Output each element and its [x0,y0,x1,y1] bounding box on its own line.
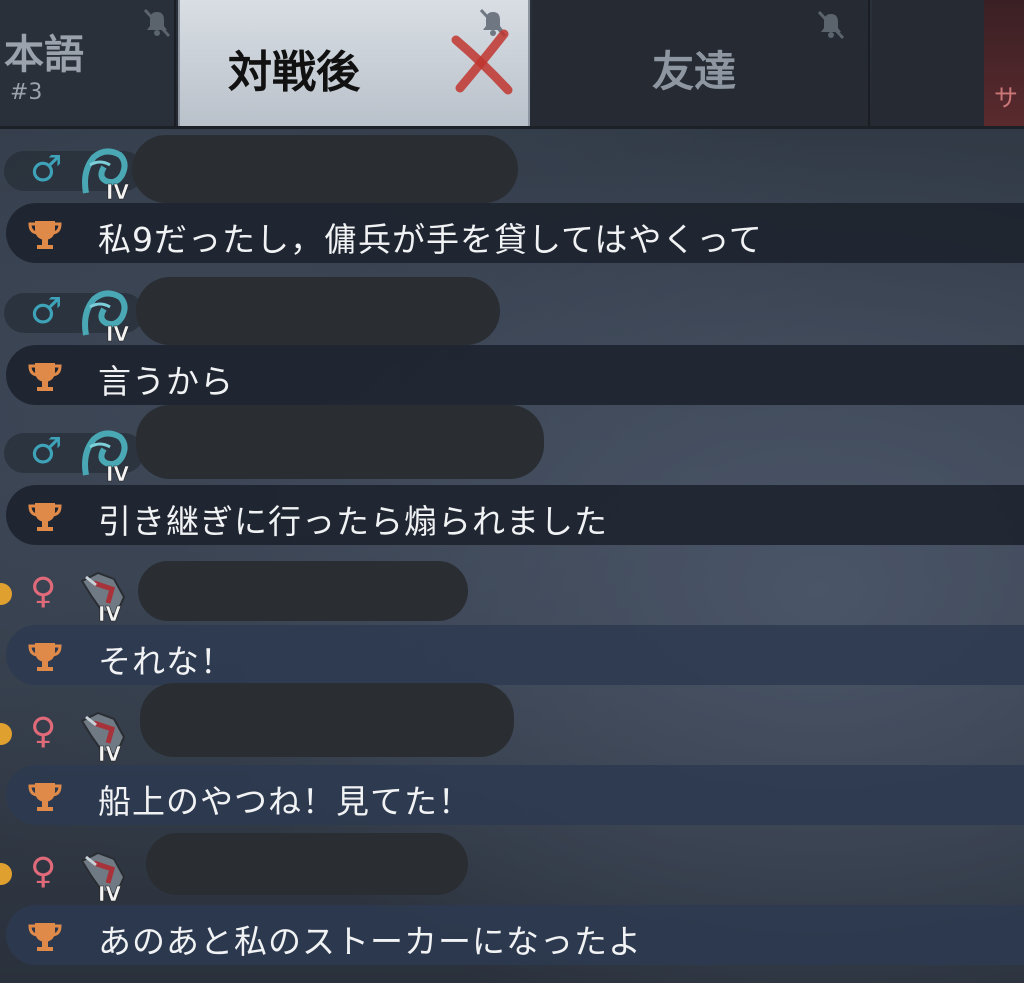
female-gender-icon: ♀ [30,851,57,892]
survivor-avatar-icon[interactable]: IV [76,145,132,201]
redacted-username [136,405,544,479]
close-icon[interactable] [442,22,522,102]
svg-text:IV: IV [106,322,129,343]
mute-icon [817,10,845,40]
tab-other[interactable]: サ [872,0,1024,126]
message-text: それな！ [98,642,234,681]
message-bubble: 引き継ぎに行ったら煽られました [6,485,1024,545]
male-gender-icon: ♂ [30,291,63,332]
svg-text:IV: IV [106,462,129,483]
chat-message: ♀ IV それな！ [0,551,1024,687]
redacted-username [136,277,500,345]
female-gender-icon: ♀ [30,711,57,752]
redacted-username [132,135,518,203]
hunter-avatar-icon[interactable]: IV [76,707,132,763]
tab-world-label: 本語 [4,32,84,78]
tab-post-match-label: 対戦後 [228,47,360,98]
chat-message: ♀ IV 船上のやつね！見てた！ [0,683,1024,827]
tab-post-match[interactable]: 対戦後 [178,0,530,126]
trophy-icon [28,363,62,391]
message-bubble: あのあと私のストーカーになったよ [6,905,1024,965]
redacted-username [140,683,514,757]
male-gender-icon: ♂ [30,149,63,190]
redacted-username [146,833,468,895]
mute-icon [143,8,171,38]
chat-message: ♂ IV 引き継ぎに行ったら煽られました [0,405,1024,547]
svg-text:IV: IV [98,882,121,903]
survivor-avatar-icon[interactable]: IV [76,427,132,483]
message-text: 船上のやつね！見てた！ [98,782,472,821]
tab-world[interactable]: 本語 #3 [0,0,176,126]
message-bubble: 船上のやつね！見てた！ [6,765,1024,825]
svg-text:IV: IV [106,180,129,201]
tab-edge-label: サ [994,84,1018,112]
trophy-icon [28,923,62,951]
message-text: 私9だったし，傭兵が手を貸してはやくって [98,220,763,259]
message-bubble: 私9だったし，傭兵が手を貸してはやくって [6,203,1024,263]
message-text: 引き継ぎに行ったら煽られました [98,502,608,541]
chat-message: ♂ IV 私9だったし，傭兵が手を貸してはやくって [0,129,1024,265]
trophy-icon [28,783,62,811]
trophy-icon [28,221,62,249]
tab-friends-label: 友達 [652,47,737,96]
message-bubble: それな！ [6,625,1024,685]
svg-text:IV: IV [98,742,121,763]
tab-friends[interactable]: 友達 [532,0,870,126]
tab-edge: サ [984,0,1024,126]
chat-message: ♀ IV あのあと私のストーカーになったよ [0,831,1024,967]
channel-tab-bar: 本語 #3 対戦後 友達 サ [0,0,1024,129]
trophy-icon [28,643,62,671]
tab-world-number: #3 [10,80,43,105]
male-gender-icon: ♂ [30,431,63,472]
hunter-avatar-icon[interactable]: IV [76,847,132,903]
svg-text:IV: IV [98,602,121,623]
status-dot [0,723,12,745]
status-dot [0,863,12,885]
survivor-avatar-icon[interactable]: IV [76,287,132,343]
redacted-username [138,561,468,621]
status-dot [0,583,12,605]
message-bubble: 言うから [6,345,1024,405]
trophy-icon [28,503,62,531]
female-gender-icon: ♀ [30,571,57,612]
message-text: あのあと私のストーカーになったよ [98,922,642,961]
chat-message: ♂ IV 言うから [0,271,1024,407]
message-text: 言うから [98,362,234,401]
chat-list[interactable]: ♂ IV 私9だったし，傭兵が手を貸してはやくって ♂ IV 言うから ♂ IV… [0,129,1024,983]
hunter-avatar-icon[interactable]: IV [76,567,132,623]
